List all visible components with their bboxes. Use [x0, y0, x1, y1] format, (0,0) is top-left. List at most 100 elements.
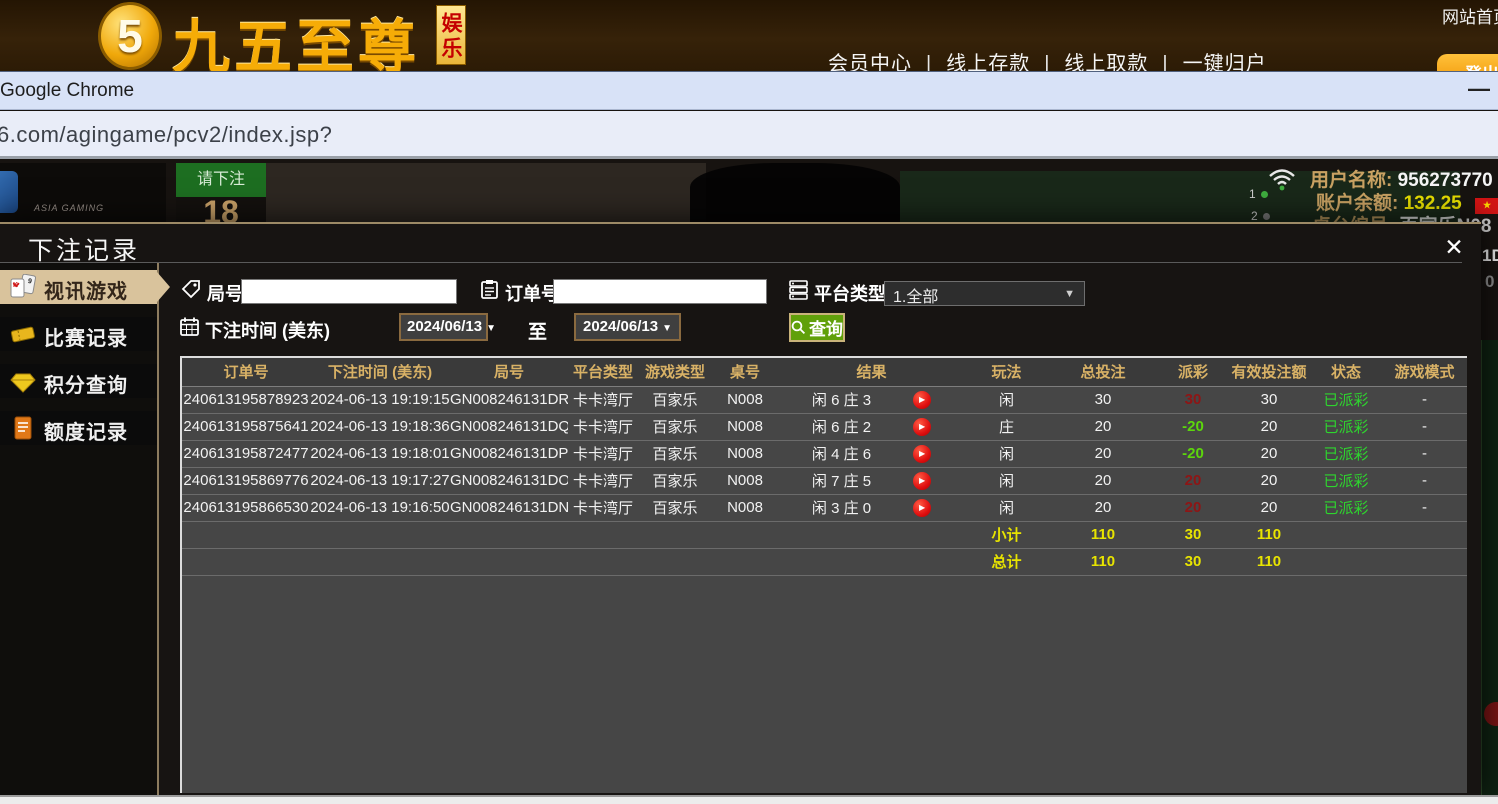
sidebar-item-match-records[interactable]: 比赛记录: [0, 317, 157, 351]
order-number-input[interactable]: [553, 279, 767, 304]
cell-play: 闲: [965, 467, 1048, 494]
sidebar-item-label: 视讯游戏: [44, 275, 128, 304]
minimize-button[interactable]: —: [1464, 74, 1494, 104]
table-header-row: 订单号下注时间 (美东)局号平台类型游戏类型桌号结果玩法总投注派彩有效投注额状态…: [182, 358, 1467, 386]
cell-game: 百家乐: [638, 440, 712, 467]
url-text: 6.com/agingame/pcv2/index.jsp?: [0, 122, 332, 148]
play-video-icon[interactable]: ▶: [913, 499, 931, 517]
cell-payout: 20: [1158, 494, 1228, 521]
table-row: 2406131958789232024-06-13 19:19:15GN0082…: [182, 386, 1467, 413]
empty-cell: [1310, 548, 1382, 575]
cell-result: 闲 7 庄 5▶: [778, 467, 965, 494]
cell-play: 庄: [965, 413, 1048, 440]
column-header: 状态: [1310, 358, 1382, 386]
site-home-link[interactable]: 网站首页: [1442, 3, 1498, 28]
cell-total_bet: 20: [1048, 413, 1158, 440]
sidebar-item-points-query[interactable]: 积分查询: [0, 364, 157, 398]
cell-payout: -20: [1158, 440, 1228, 467]
platform-type-label: 平台类型: [814, 280, 886, 306]
cell-round: GN008246131DP: [450, 440, 568, 467]
bet-time-label: 下注时间 (美东): [205, 317, 330, 343]
empty-cell: [712, 521, 778, 548]
chevron-down-icon: ▼: [486, 323, 496, 334]
window-title: Google Chrome: [0, 80, 134, 102]
cell-game: 百家乐: [638, 494, 712, 521]
empty-cell: [310, 548, 450, 575]
round-number-label: 局号: [207, 280, 243, 306]
cell-order: 240613195866530: [182, 494, 310, 521]
empty-cell: [182, 548, 310, 575]
play-video-icon[interactable]: ▶: [913, 445, 931, 463]
column-header: 总投注: [1048, 358, 1158, 386]
empty-cell: [568, 548, 638, 575]
cell-order: 240613195869776: [182, 467, 310, 494]
column-header: 订单号: [182, 358, 310, 386]
cell-mode: -: [1382, 386, 1467, 413]
cell-table_no: N008: [712, 467, 778, 494]
sidebar-item-video-games[interactable]: 9 K 视讯游戏: [0, 270, 157, 304]
background-fragment: 1D: [1482, 246, 1498, 266]
column-header: 玩法: [965, 358, 1048, 386]
table-row: 2406131958665302024-06-13 19:16:50GN0082…: [182, 494, 1467, 521]
total-valid_bet: 110: [1228, 548, 1310, 575]
round-number-input[interactable]: [241, 279, 457, 304]
calendar-icon: [179, 316, 200, 337]
cell-time: 2024-06-13 19:19:15: [310, 386, 450, 413]
cards-icon: 9 K: [9, 274, 37, 300]
document-icon: [9, 415, 37, 441]
column-header: 有效投注额: [1228, 358, 1310, 386]
sidebar-item-label: 积分查询: [44, 369, 128, 398]
subtotal-valid_bet: 110: [1228, 521, 1310, 548]
cell-total_bet: 20: [1048, 494, 1158, 521]
table-row: 2406131958756412024-06-13 19:18:36GN0082…: [182, 413, 1467, 440]
cell-mode: -: [1382, 413, 1467, 440]
column-header: 下注时间 (美东): [310, 358, 450, 386]
divider: [157, 263, 159, 797]
cell-payout: -20: [1158, 413, 1228, 440]
date-to-picker[interactable]: 2024/06/13▼: [574, 313, 681, 341]
total-label: 总计: [965, 548, 1048, 575]
result-text: 闲 4 庄 6: [812, 443, 871, 464]
ticket-icon: [9, 321, 37, 347]
column-header: 派彩: [1158, 358, 1228, 386]
cell-play: 闲: [965, 494, 1048, 521]
date-from-picker[interactable]: 2024/06/13▼: [399, 313, 488, 341]
empty-cell: [568, 521, 638, 548]
gray-dot-icon: [1263, 213, 1270, 220]
search-button-label: 查询: [809, 315, 843, 340]
gem-icon: [9, 368, 37, 394]
green-dot-icon: [1261, 191, 1268, 198]
to-label: 至: [528, 317, 547, 344]
cell-table_no: N008: [712, 440, 778, 467]
cell-platform: 卡卡湾厅: [568, 467, 638, 494]
close-icon[interactable]: ✕: [1438, 232, 1470, 262]
play-video-icon[interactable]: ▶: [913, 391, 931, 409]
total-total_bet: 110: [1048, 548, 1158, 575]
asia-gaming-logo-icon: [0, 171, 18, 213]
chevron-down-icon: ▼: [1064, 288, 1075, 300]
empty-cell: [712, 548, 778, 575]
chevron-down-icon: ▼: [662, 323, 672, 334]
empty-cell: [450, 521, 568, 548]
column-header: 平台类型: [568, 358, 638, 386]
sidebar-item-label: 比赛记录: [44, 322, 128, 351]
cell-status: 已派彩: [1310, 467, 1382, 494]
records-table: 订单号下注时间 (美东)局号平台类型游戏类型桌号结果玩法总投注派彩有效投注额状态…: [182, 358, 1467, 576]
play-video-icon[interactable]: ▶: [913, 418, 931, 436]
scene-wall: [266, 163, 706, 223]
empty-cell: [182, 521, 310, 548]
sidebar-item-label: 额度记录: [44, 416, 128, 445]
subtotal-label: 小计: [965, 521, 1048, 548]
bet-records-modal: 下注记录 ✕ 9 K 视讯游戏 比赛记录: [0, 222, 1481, 795]
play-video-icon[interactable]: ▶: [913, 472, 931, 490]
column-header: 局号: [450, 358, 568, 386]
search-button[interactable]: 查询: [789, 313, 845, 342]
bet-countdown: 18: [176, 197, 266, 223]
cell-valid_bet: 30: [1228, 386, 1310, 413]
sidebar-item-credit-records[interactable]: 额度记录: [0, 411, 157, 445]
cell-time: 2024-06-13 19:18:01: [310, 440, 450, 467]
provider-name: ASIA GAMING: [34, 203, 104, 213]
cell-mode: -: [1382, 467, 1467, 494]
cell-result: 闲 6 庄 3▶: [778, 386, 965, 413]
platform-type-select[interactable]: 1.全部 ▼: [884, 281, 1085, 306]
